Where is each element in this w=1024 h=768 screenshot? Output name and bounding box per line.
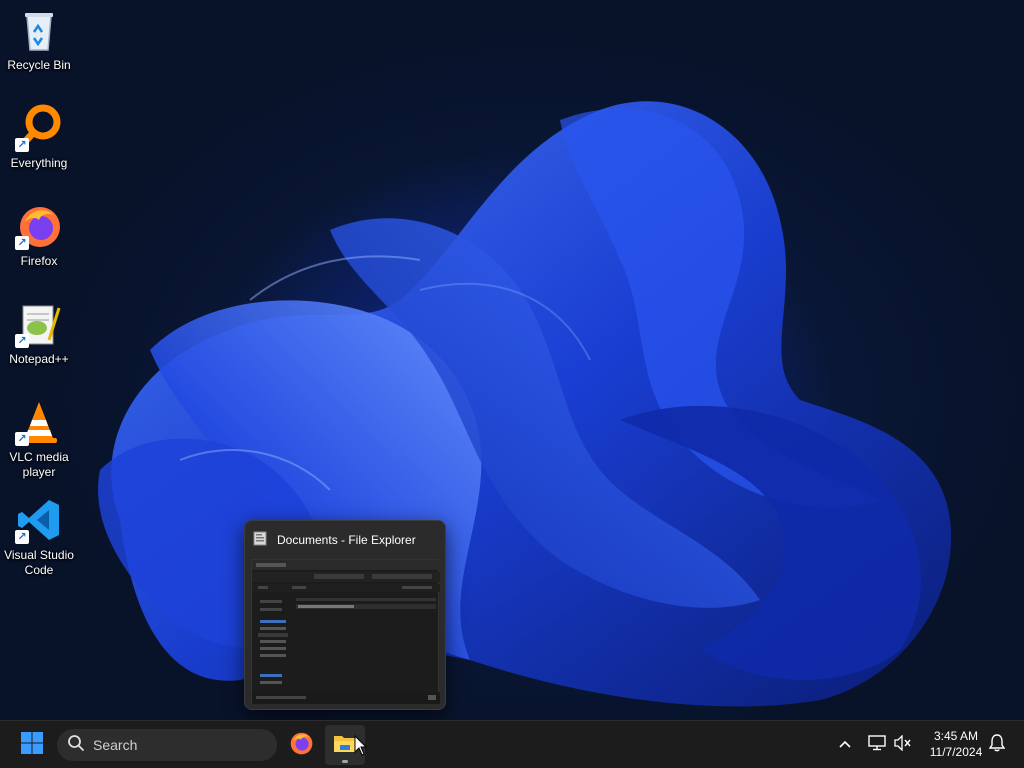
everything-search-icon: ↗ xyxy=(15,104,63,152)
network-icon xyxy=(868,734,886,756)
taskbar-firefox-button[interactable] xyxy=(282,725,320,765)
desktop-icon-label: Notepad++ xyxy=(9,352,69,366)
active-window-indicator xyxy=(342,760,348,763)
desktop-icon-recycle-bin[interactable]: Recycle Bin xyxy=(2,6,76,73)
firefox-icon xyxy=(288,730,314,761)
search-placeholder: Search xyxy=(93,737,138,753)
desktop-wallpaper xyxy=(0,0,1024,720)
preview-title: Documents - File Explorer xyxy=(277,533,416,547)
network-status-button[interactable] xyxy=(864,725,890,765)
desktop-icon-label: Recycle Bin xyxy=(7,58,71,72)
search-icon xyxy=(67,734,85,757)
preview-header: Documents - File Explorer xyxy=(245,521,445,559)
shortcut-arrow-icon: ↗ xyxy=(15,334,29,348)
volume-muted-icon xyxy=(894,733,912,756)
desktop-icon-vscode[interactable]: ↗ Visual Studio Code xyxy=(2,496,76,578)
desktop-icon-label: Everything xyxy=(10,156,68,170)
desktop-icon-everything[interactable]: ↗ Everything xyxy=(2,104,76,171)
volume-button[interactable] xyxy=(890,725,916,765)
shortcut-arrow-icon: ↗ xyxy=(15,530,29,544)
notepadpp-icon: ↗ xyxy=(15,300,63,348)
desktop-icon-label: Visual Studio Code xyxy=(4,548,74,577)
vscode-icon: ↗ xyxy=(15,496,63,544)
chevron-up-icon xyxy=(838,736,852,754)
windows-logo-icon xyxy=(20,731,44,760)
taskbar: Search 3:45 AM 11/7/2024 xyxy=(0,720,1024,768)
file-explorer-icon xyxy=(253,530,269,551)
mouse-cursor xyxy=(354,734,368,762)
notification-bell-icon xyxy=(988,733,1006,757)
desktop-icon-notepadpp[interactable]: ↗ Notepad++ xyxy=(2,300,76,367)
desktop-icon-label: VLC media player xyxy=(9,450,69,479)
firefox-icon: ↗ xyxy=(15,202,63,250)
recycle-bin-icon xyxy=(15,6,63,54)
vlc-icon: ↗ xyxy=(15,398,63,446)
desktop-icon-vlc[interactable]: ↗ VLC media player xyxy=(2,398,76,480)
shortcut-arrow-icon: ↗ xyxy=(15,432,29,446)
shortcut-arrow-icon: ↗ xyxy=(15,236,29,250)
preview-thumbnail-image xyxy=(251,559,440,704)
notification-center-button[interactable] xyxy=(984,725,1010,765)
taskbar-search-box[interactable]: Search xyxy=(57,729,277,761)
taskbar-thumbnail-preview[interactable]: Documents - File Explorer xyxy=(244,520,446,710)
start-button[interactable] xyxy=(12,725,52,765)
desktop-icon-firefox[interactable]: ↗ Firefox xyxy=(2,202,76,269)
shortcut-arrow-icon: ↗ xyxy=(15,138,29,152)
desktop-icon-label: Firefox xyxy=(20,254,58,268)
tray-overflow-button[interactable] xyxy=(832,725,858,765)
